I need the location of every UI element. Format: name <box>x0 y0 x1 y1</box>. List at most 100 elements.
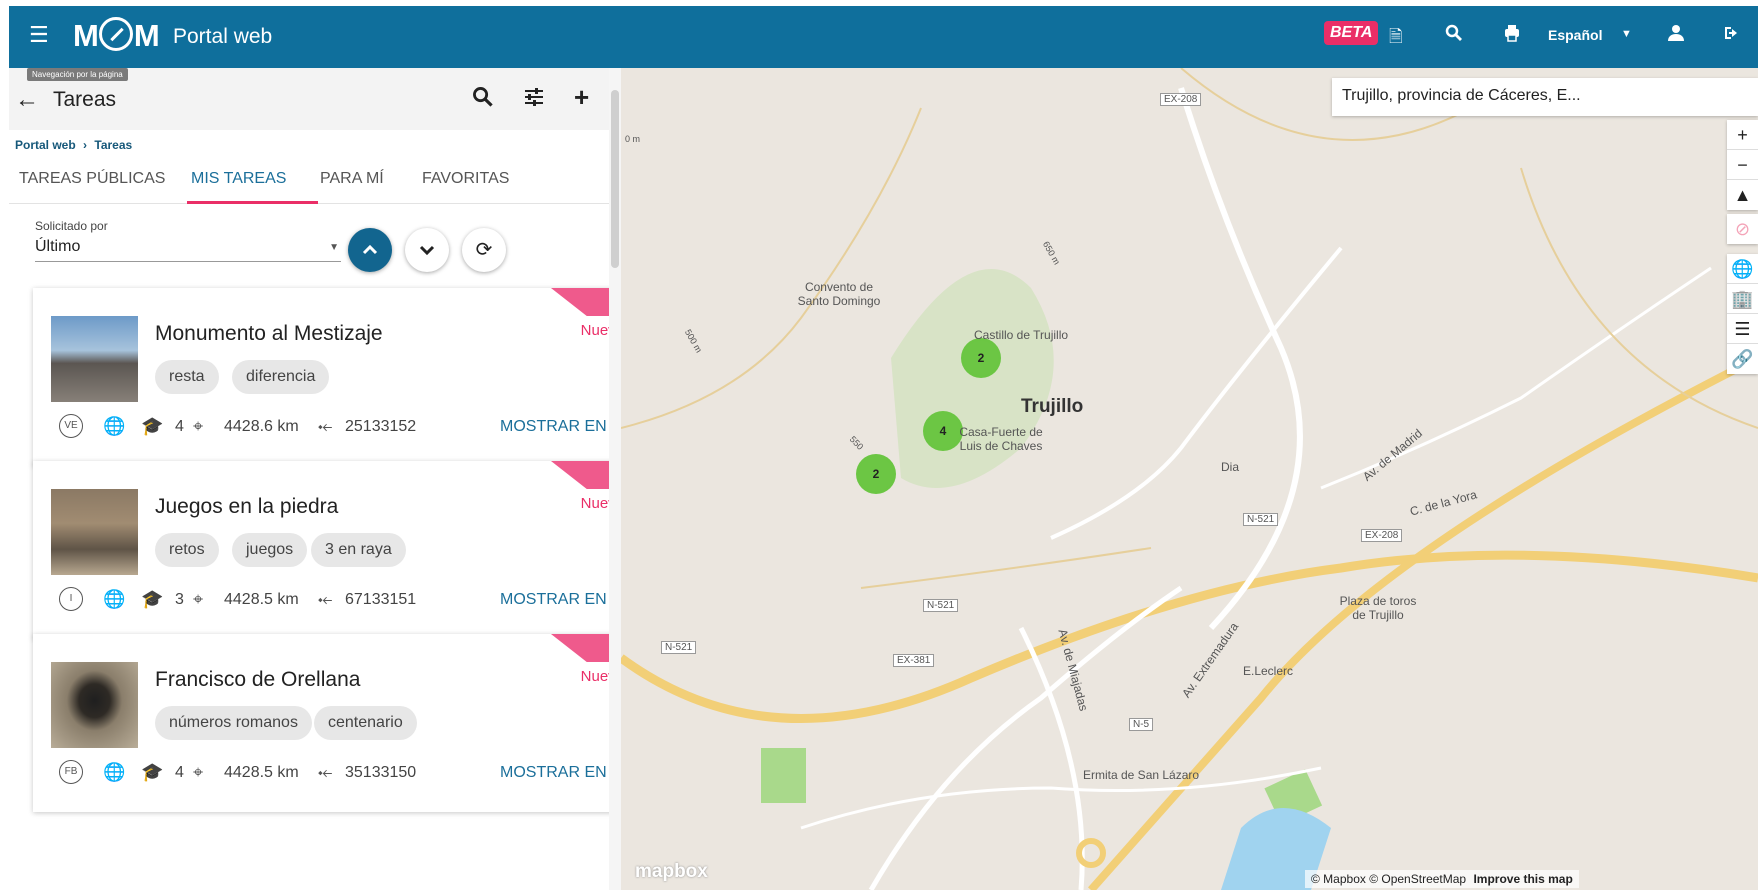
task-level: 4 <box>175 418 184 435</box>
sort-value: Último <box>35 238 81 255</box>
new-badge: Nuevo <box>580 322 609 339</box>
task-thumbnail <box>51 662 138 748</box>
tag-chip[interactable]: centenario <box>314 706 417 740</box>
sort-select[interactable]: Último ▼ <box>35 238 341 262</box>
search-icon[interactable] <box>1445 24 1463 47</box>
task-title[interactable]: Monumento al Mestizaje <box>155 322 383 346</box>
tasks-panel: Navegación por la página ← Tareas + Port… <box>9 68 609 890</box>
globe-icon: 🌐 <box>103 762 126 782</box>
tab-mis-tareas[interactable]: MIS TAREAS <box>191 170 286 188</box>
task-type-icon: I <box>59 587 83 611</box>
no-draw-icon[interactable]: ⊘ <box>1727 214 1758 244</box>
breadcrumb-separator: › <box>83 138 88 152</box>
logout-icon[interactable] <box>1723 24 1741 47</box>
compass-icon <box>98 17 133 51</box>
tune-icon <box>525 88 543 106</box>
scrollbar-thumb[interactable] <box>611 90 619 268</box>
tab-tareas-publicas[interactable]: TAREAS PÚBLICAS <box>19 170 165 188</box>
top-bar: ☰ MM Portal web BETA 🗎 Español ▼ <box>9 6 1758 68</box>
zoom-controls: + − ▲ <box>1727 120 1758 210</box>
road-shield: N-521 <box>1243 513 1279 526</box>
link-icon[interactable]: 🔗 <box>1727 344 1758 374</box>
refresh-icon: ⟳ <box>475 239 493 261</box>
zoom-in-button[interactable]: + <box>1727 120 1758 150</box>
search-button[interactable] <box>472 86 494 114</box>
map-label-casa-fuerte: Casa-Fuerte de Luis de Chaves <box>959 425 1043 453</box>
location-target-icon: ⌖ <box>193 589 204 609</box>
task-id: 67133151 <box>345 591 417 608</box>
task-tabs: TAREAS PÚBLICAS MIS TAREAS PARA MÍ FAVOR… <box>9 156 609 204</box>
task-distance: 4428.5 km <box>224 764 299 781</box>
task-id: 35133150 <box>345 764 417 781</box>
menu-icon[interactable]: ☰ <box>29 24 49 46</box>
tag-chip[interactable]: números romanos <box>155 706 312 740</box>
mapbox-logo[interactable]: mapbox <box>635 861 708 883</box>
task-type-icon: VE <box>59 414 83 438</box>
globe-icon: 🌐 <box>103 589 126 609</box>
chevron-down-icon <box>419 245 435 256</box>
tag-chip[interactable]: diferencia <box>232 360 330 394</box>
task-card[interactable]: Monumento al Mestizaje Nuevo resta difer… <box>33 288 609 466</box>
show-on-map-link[interactable]: MOSTRAR EN EL <box>500 418 609 436</box>
tab-para-mi[interactable]: PARA MÍ <box>320 170 384 188</box>
building-icon[interactable]: 🏢 <box>1727 284 1758 314</box>
task-title[interactable]: Juegos en la piedra <box>155 495 338 519</box>
attribution-text[interactable]: © Mapbox © OpenStreetMap <box>1311 872 1466 886</box>
breadcrumb-current[interactable]: Tareas <box>94 138 132 152</box>
layers-icon[interactable]: ☰ <box>1727 314 1758 344</box>
sort-descending-button[interactable] <box>405 228 449 272</box>
task-cluster-marker[interactable]: 2 <box>961 338 1001 378</box>
map-label-dia: Dia <box>1221 460 1240 474</box>
page-title: Tareas <box>53 88 117 111</box>
task-title[interactable]: Francisco de Orellana <box>155 668 360 692</box>
graduation-cap-icon: 🎓 <box>141 589 164 609</box>
tag-chip[interactable]: juegos <box>232 533 308 567</box>
share-icon: ⤝ <box>318 762 333 782</box>
road-shield: N-521 <box>661 641 697 654</box>
tag-chip[interactable]: retos <box>155 533 219 567</box>
improve-map-link[interactable]: Improve this map <box>1473 872 1572 886</box>
globe-icon: 🌐 <box>103 416 126 436</box>
filter-button[interactable] <box>523 86 545 114</box>
back-arrow-icon[interactable]: ← <box>15 86 39 114</box>
zoom-out-button[interactable]: − <box>1727 150 1758 180</box>
sort-ascending-button[interactable] <box>348 228 392 272</box>
sort-label: Solicitado por <box>35 219 108 233</box>
show-on-map-link[interactable]: MOSTRAR EN EL <box>500 591 609 609</box>
language-select[interactable]: Español <box>1548 27 1602 43</box>
document-icon[interactable]: 🗎 <box>1389 24 1403 53</box>
search-icon <box>473 87 493 107</box>
road-shield: N-5 <box>1129 718 1154 731</box>
printer-icon[interactable] <box>1503 24 1521 47</box>
breadcrumb-home[interactable]: Portal web <box>15 138 76 152</box>
panel-scrollbar[interactable] <box>609 68 621 890</box>
compass-button[interactable]: ▲ <box>1727 180 1758 210</box>
logo[interactable]: MM <box>73 17 160 55</box>
globe-icon[interactable]: 🌐 <box>1727 254 1758 284</box>
task-card[interactable]: Francisco de Orellana Nuevo números roma… <box>33 634 609 812</box>
task-card[interactable]: Juegos en la piedra Nuevo retos juegos 3… <box>33 461 609 639</box>
chevron-down-icon[interactable]: ▼ <box>1621 28 1632 40</box>
graduation-cap-icon: 🎓 <box>141 416 164 436</box>
map-search-input[interactable]: Trujillo, provincia de Cáceres, E... <box>1332 78 1758 116</box>
map-label-bullring: Plaza de toros de Trujillo <box>1339 594 1417 622</box>
tab-favoritas[interactable]: FAVORITAS <box>422 170 509 188</box>
beta-badge[interactable]: BETA <box>1324 21 1379 45</box>
task-cluster-marker[interactable]: 2 <box>856 454 896 494</box>
refresh-button[interactable]: ⟳ <box>462 228 506 272</box>
task-distance: 4428.6 km <box>224 418 299 435</box>
show-on-map-link[interactable]: MOSTRAR EN EL <box>500 764 609 782</box>
road-shield: EX-208 <box>1160 93 1202 106</box>
tag-chip[interactable]: resta <box>155 360 219 394</box>
portal-title: Portal web <box>173 25 273 48</box>
map-attribution: © Mapbox © OpenStreetMap Improve this ma… <box>1305 870 1579 888</box>
panel-header: Navegación por la página ← Tareas + <box>9 68 609 130</box>
add-button[interactable]: + <box>574 82 589 113</box>
share-icon: ⤝ <box>318 589 333 609</box>
graduation-cap-icon: 🎓 <box>141 762 164 782</box>
tag-chip[interactable]: 3 en raya <box>311 533 406 567</box>
chevron-up-icon <box>362 244 378 255</box>
user-icon[interactable] <box>1667 24 1685 47</box>
map-view[interactable]: Trujillo, provincia de Cáceres, E... + −… <box>621 68 1758 890</box>
active-tab-indicator <box>187 201 318 204</box>
